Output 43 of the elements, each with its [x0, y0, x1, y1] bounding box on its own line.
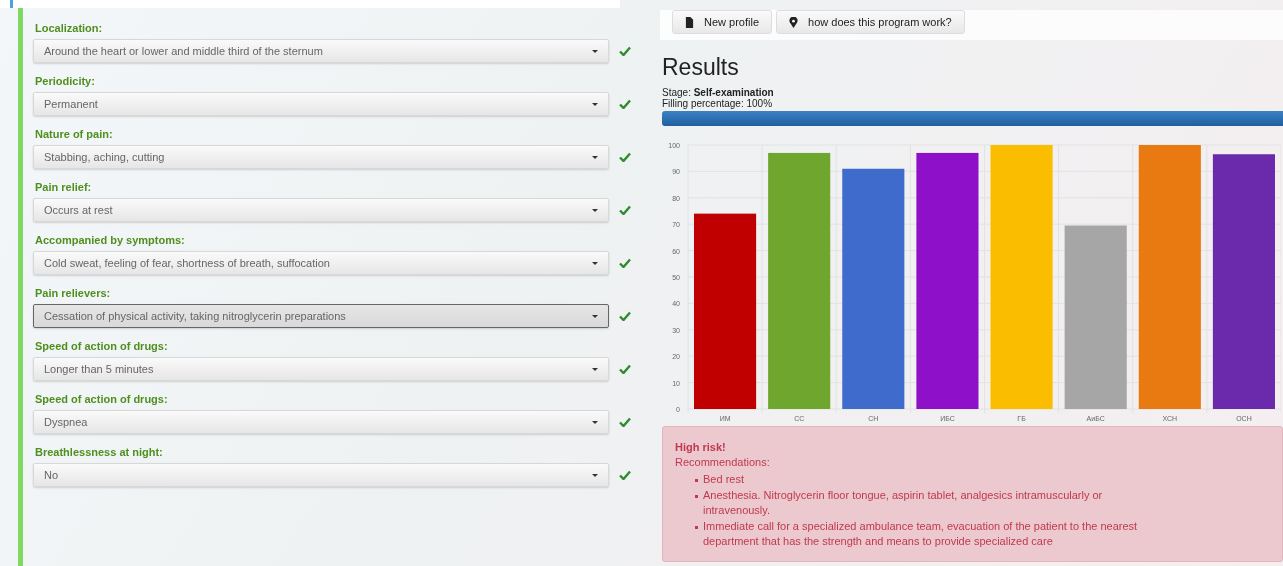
- caret-icon: [592, 367, 598, 371]
- scroll-marker: [10, 0, 13, 8]
- dropdown[interactable]: Occurs at rest: [33, 198, 609, 222]
- recommendation-text: Immediate call for a specialized ambulance team, evacuation of the patient to the nearest department that has the strength and means to provide specialized care: [703, 518, 1139, 549]
- field-label: Pain relievers:: [34, 287, 112, 299]
- dropdown[interactable]: Around the heart or lower and middle third of the sternum: [33, 39, 609, 63]
- marker-icon: [789, 16, 799, 28]
- dropdown[interactable]: Cessation of physical activity, taking nitroglycerin preparations: [33, 304, 609, 328]
- field-label: Nature of pain:: [34, 128, 114, 140]
- field-label: Speed of action of drugs:: [34, 393, 169, 405]
- caret-icon: [592, 208, 598, 212]
- caret-icon: [592, 261, 598, 265]
- dropdown[interactable]: Stabbing, aching, cutting: [33, 145, 609, 169]
- caret-icon: [592, 314, 598, 318]
- document-icon: [685, 16, 694, 28]
- dropdown[interactable]: Longer than 5 minutes: [33, 357, 609, 381]
- bullet-icon: [695, 479, 698, 482]
- caret-icon: [592, 155, 598, 159]
- field-label: Breathlessness at night:: [34, 446, 164, 458]
- caret-icon: [592, 49, 598, 53]
- recommendations-label: Recommendations:: [675, 455, 771, 470]
- caret-icon: [592, 473, 598, 477]
- new-profile-button[interactable]: New profile: [672, 10, 773, 34]
- caret-icon: [592, 102, 598, 106]
- filling-percentage: Filling percentage: 100%: [662, 98, 774, 109]
- alert-title: High risk!: [675, 440, 727, 455]
- bullet-icon: [695, 494, 698, 498]
- caret-icon: [592, 420, 598, 424]
- field-label: Localization:: [34, 22, 104, 34]
- help-button[interactable]: how does this program work?: [776, 10, 965, 34]
- field-label: Pain relief:: [34, 181, 93, 193]
- dropdown[interactable]: Dyspnea: [33, 410, 609, 434]
- recommendation-text: Anesthesia. Nitroglycerin floor tongue, aspirin tablet, analgesics intramuscularly or intravenously.: [703, 487, 1104, 518]
- stage-text: Stage: Self-examination: [662, 87, 775, 98]
- bullet-icon: [695, 525, 698, 529]
- field-label: Accompanied by symptoms:: [34, 234, 186, 246]
- dropdown[interactable]: No: [33, 463, 609, 487]
- field-label: Speed of action of drugs:: [34, 340, 169, 352]
- results-heading: Results: [662, 54, 740, 80]
- dropdown[interactable]: Cold sweat, feeling of fear, shortness of breath, suffocation: [33, 251, 609, 275]
- field-label: Periodicity:: [34, 75, 96, 87]
- recommendation-text: Bed rest: [703, 472, 744, 487]
- dropdown[interactable]: Permanent: [33, 92, 609, 116]
